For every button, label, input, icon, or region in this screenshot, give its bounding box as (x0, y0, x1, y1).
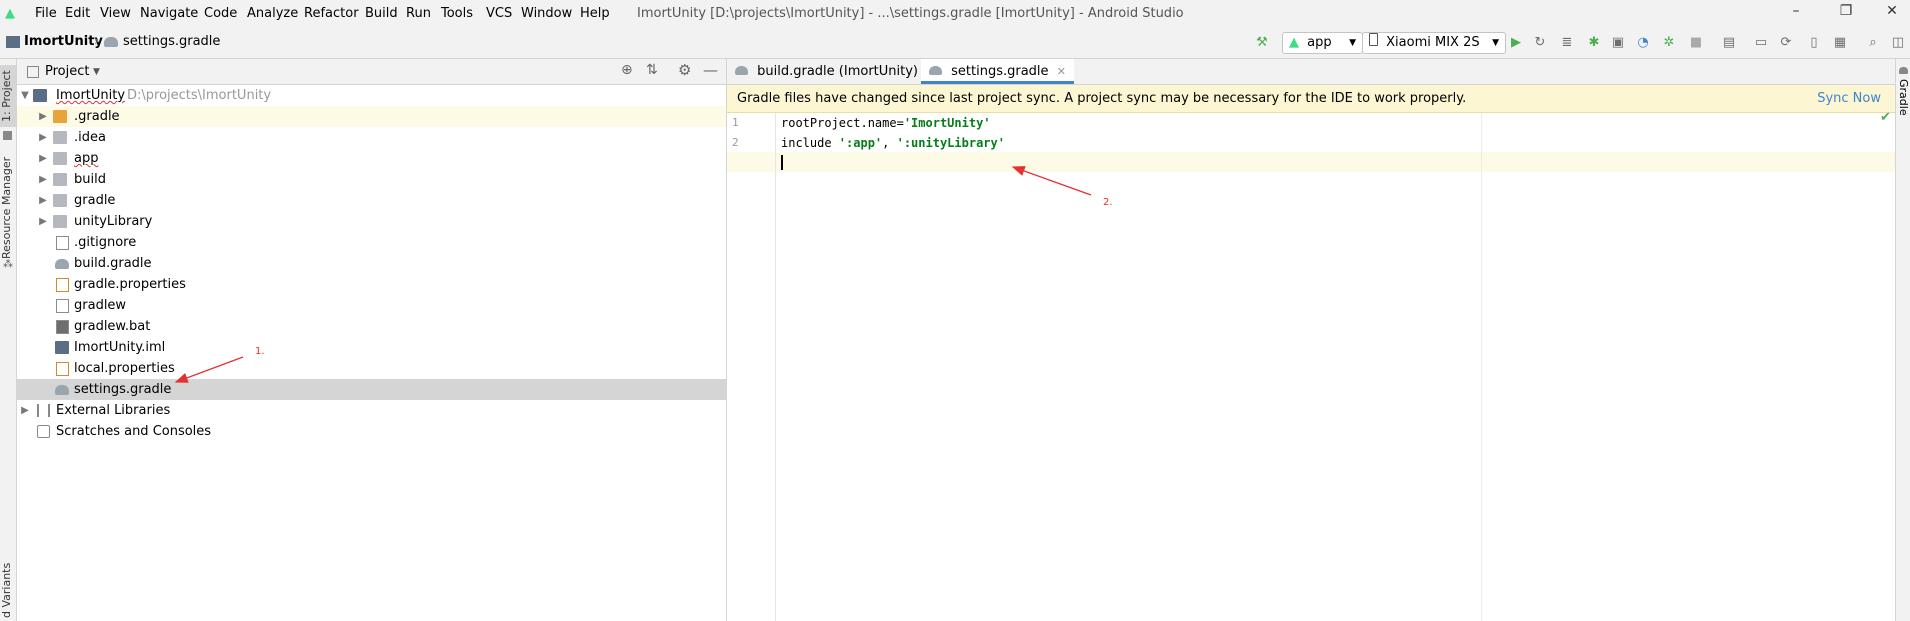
annotation-label-1: 1. (255, 346, 265, 357)
annotation-arrow-1 (174, 356, 244, 383)
annotation-label-2: 2. (1103, 197, 1113, 208)
annotation-arrow-2 (1011, 166, 1092, 196)
annotation-overlay (174, 166, 1092, 383)
